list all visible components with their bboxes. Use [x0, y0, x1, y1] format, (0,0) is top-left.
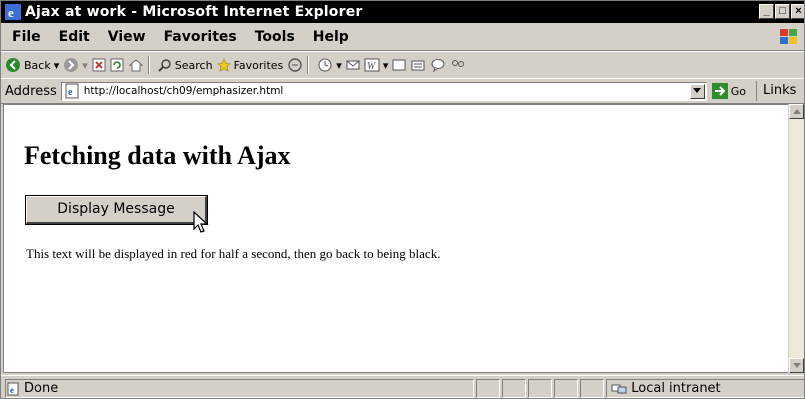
chevron-up-icon	[792, 109, 801, 114]
menu-favorites[interactable]: Favorites	[155, 29, 246, 45]
back-button[interactable]: Back ▾	[5, 57, 59, 73]
windows-logo-icon	[780, 29, 797, 44]
research-icon	[411, 60, 425, 71]
address-input[interactable]: e http://localhost/ch09/emphasizer.html	[60, 81, 707, 101]
security-zone: Local intranet	[606, 379, 804, 398]
favorites-label: Favorites	[233, 58, 284, 72]
status-pane	[502, 379, 527, 398]
forward-arrow-icon	[64, 58, 79, 72]
browser-window: e Ajax at work - Microsoft Internet Expl…	[0, 0, 805, 399]
intranet-zone-icon	[611, 384, 627, 393]
messenger-button[interactable]	[430, 58, 446, 72]
favorites-button[interactable]: Favorites	[216, 58, 284, 72]
chevron-down-icon[interactable]: ▾	[383, 59, 389, 72]
menu-edit[interactable]: Edit	[50, 29, 99, 45]
forward-button[interactable]: ▾	[63, 57, 88, 73]
mail-icon	[346, 60, 360, 70]
address-label: Address	[5, 83, 57, 99]
status-text: Done	[24, 381, 59, 396]
page-heading: Fetching data with Ajax	[24, 141, 291, 170]
media-icon	[288, 58, 302, 72]
close-icon[interactable]: ×	[791, 4, 804, 19]
status-bar: e Done Local intranet	[1, 375, 804, 398]
scroll-down-button[interactable]	[789, 358, 804, 373]
menu-tools[interactable]: Tools	[246, 29, 304, 45]
svg-text:e: e	[8, 5, 14, 20]
star-icon	[216, 58, 231, 72]
toolbar-separator	[147, 56, 150, 74]
status-pane	[580, 379, 605, 398]
search-label: Search	[174, 58, 213, 72]
media-button[interactable]	[287, 57, 303, 73]
title-bar[interactable]: e Ajax at work - Microsoft Internet Expl…	[1, 1, 804, 23]
word-icon: W	[364, 58, 380, 72]
page-done-icon: e	[7, 382, 19, 395]
refresh-icon	[110, 58, 124, 72]
discuss-button[interactable]	[392, 58, 406, 72]
maximize-icon[interactable]: □	[775, 4, 790, 19]
messenger-icon	[431, 59, 445, 72]
minimize-icon[interactable]: _	[759, 4, 774, 19]
search-button[interactable]: Search	[158, 58, 213, 72]
ie-logo-icon: e	[5, 4, 21, 20]
search-icon	[158, 59, 171, 72]
menu-help[interactable]: Help	[304, 29, 358, 45]
chevron-down-icon	[693, 88, 702, 93]
status-pane	[476, 379, 501, 398]
mouse-cursor-icon	[193, 211, 209, 233]
stop-button[interactable]	[92, 58, 106, 72]
address-dropdown-icon[interactable]	[689, 83, 705, 99]
go-button[interactable]: Go	[711, 83, 746, 99]
refresh-button[interactable]	[110, 58, 124, 72]
research-button[interactable]	[410, 58, 426, 72]
menu-bar: File Edit View Favorites Tools Help	[1, 24, 804, 51]
links-toolbar[interactable]: Links »	[755, 81, 804, 118]
window-title: Ajax at work - Microsoft Internet Explor…	[25, 4, 363, 20]
chevron-down-icon[interactable]: ▾	[336, 59, 342, 72]
message-text: This text will be displayed in red for h…	[26, 246, 441, 261]
home-button[interactable]	[128, 58, 144, 72]
chevron-down-icon[interactable]: ▾	[82, 59, 88, 72]
history-icon	[318, 58, 332, 72]
menu-view[interactable]: View	[99, 29, 155, 45]
status-pane	[528, 379, 553, 398]
back-arrow-icon	[6, 58, 20, 72]
standard-toolbar: Back ▾ ▾ Search Favorites ▾ W ▾	[1, 51, 804, 79]
chevron-down-icon[interactable]: ▾	[54, 59, 60, 72]
go-arrow-icon	[711, 83, 728, 99]
home-icon	[128, 59, 144, 72]
people-icon	[452, 60, 465, 67]
stop-icon	[92, 58, 106, 72]
svg-text:e: e	[10, 385, 14, 395]
page-content: Fetching data with Ajax Display Message …	[3, 104, 789, 373]
svg-text:e: e	[68, 87, 73, 98]
status-pane	[554, 379, 579, 398]
mail-button[interactable]	[346, 58, 360, 72]
menu-file[interactable]: File	[1, 29, 50, 45]
status-panel: e Done	[5, 379, 475, 398]
vertical-scrollbar[interactable]	[788, 104, 804, 373]
zone-label: Local intranet	[631, 381, 721, 396]
display-message-button[interactable]: Display Message	[25, 195, 208, 225]
scroll-up-button[interactable]	[789, 104, 804, 119]
history-button[interactable]: ▾	[317, 57, 342, 73]
go-label: Go	[730, 84, 746, 98]
window-controls: _ □ ×	[758, 4, 804, 19]
toolbar-separator	[307, 56, 310, 74]
discuss-icon	[392, 59, 406, 71]
address-url: http://localhost/ch09/emphasizer.html	[83, 85, 284, 97]
page-icon: e	[65, 83, 79, 99]
word-button[interactable]: W ▾	[364, 58, 389, 72]
people-button[interactable]	[450, 58, 466, 72]
back-label: Back	[24, 58, 51, 72]
chevron-down-icon	[792, 363, 801, 368]
address-bar: Address e http://localhost/ch09/emphasiz…	[1, 78, 804, 118]
